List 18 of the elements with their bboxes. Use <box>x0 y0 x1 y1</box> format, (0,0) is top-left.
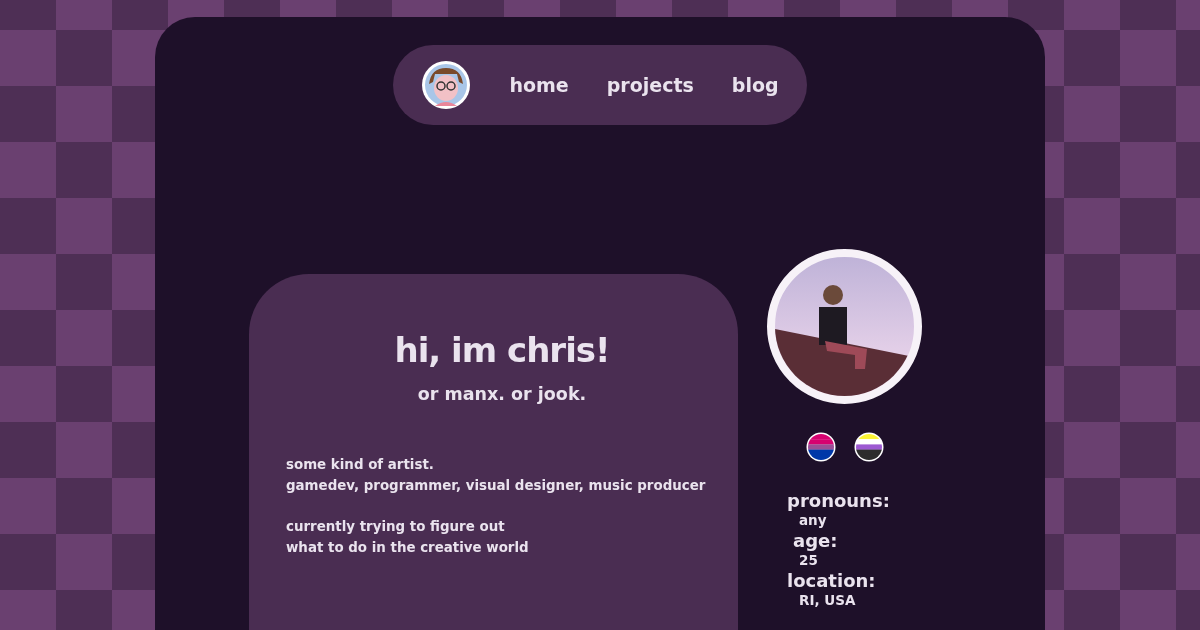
flag-icon <box>805 432 836 462</box>
fact-value: any <box>798 511 827 530</box>
nav-link[interactable]: blog <box>731 74 779 96</box>
fact-value: RI, USA <box>798 591 856 610</box>
intro-subheading: or manx. or jook. <box>416 384 588 404</box>
bio-text: what to do in the creative world <box>286 539 529 557</box>
bio-text: some kind of artist. <box>286 456 434 474</box>
nav-link[interactable]: projects <box>606 74 694 96</box>
fact-value: 25 <box>798 551 818 570</box>
fact-label: location: <box>787 570 876 591</box>
nav-link[interactable]: home <box>509 74 569 96</box>
fact-label: age: <box>792 530 838 551</box>
flag-icon <box>853 432 884 462</box>
avatar-icon[interactable] <box>421 60 472 110</box>
bio-text: gamedev, programmer, visual designer, music producer <box>286 477 706 495</box>
fact-label: pronouns: <box>787 490 890 511</box>
bio-text: currently trying to figure out <box>286 518 505 536</box>
intro-heading: hi, im chris! <box>393 330 611 370</box>
